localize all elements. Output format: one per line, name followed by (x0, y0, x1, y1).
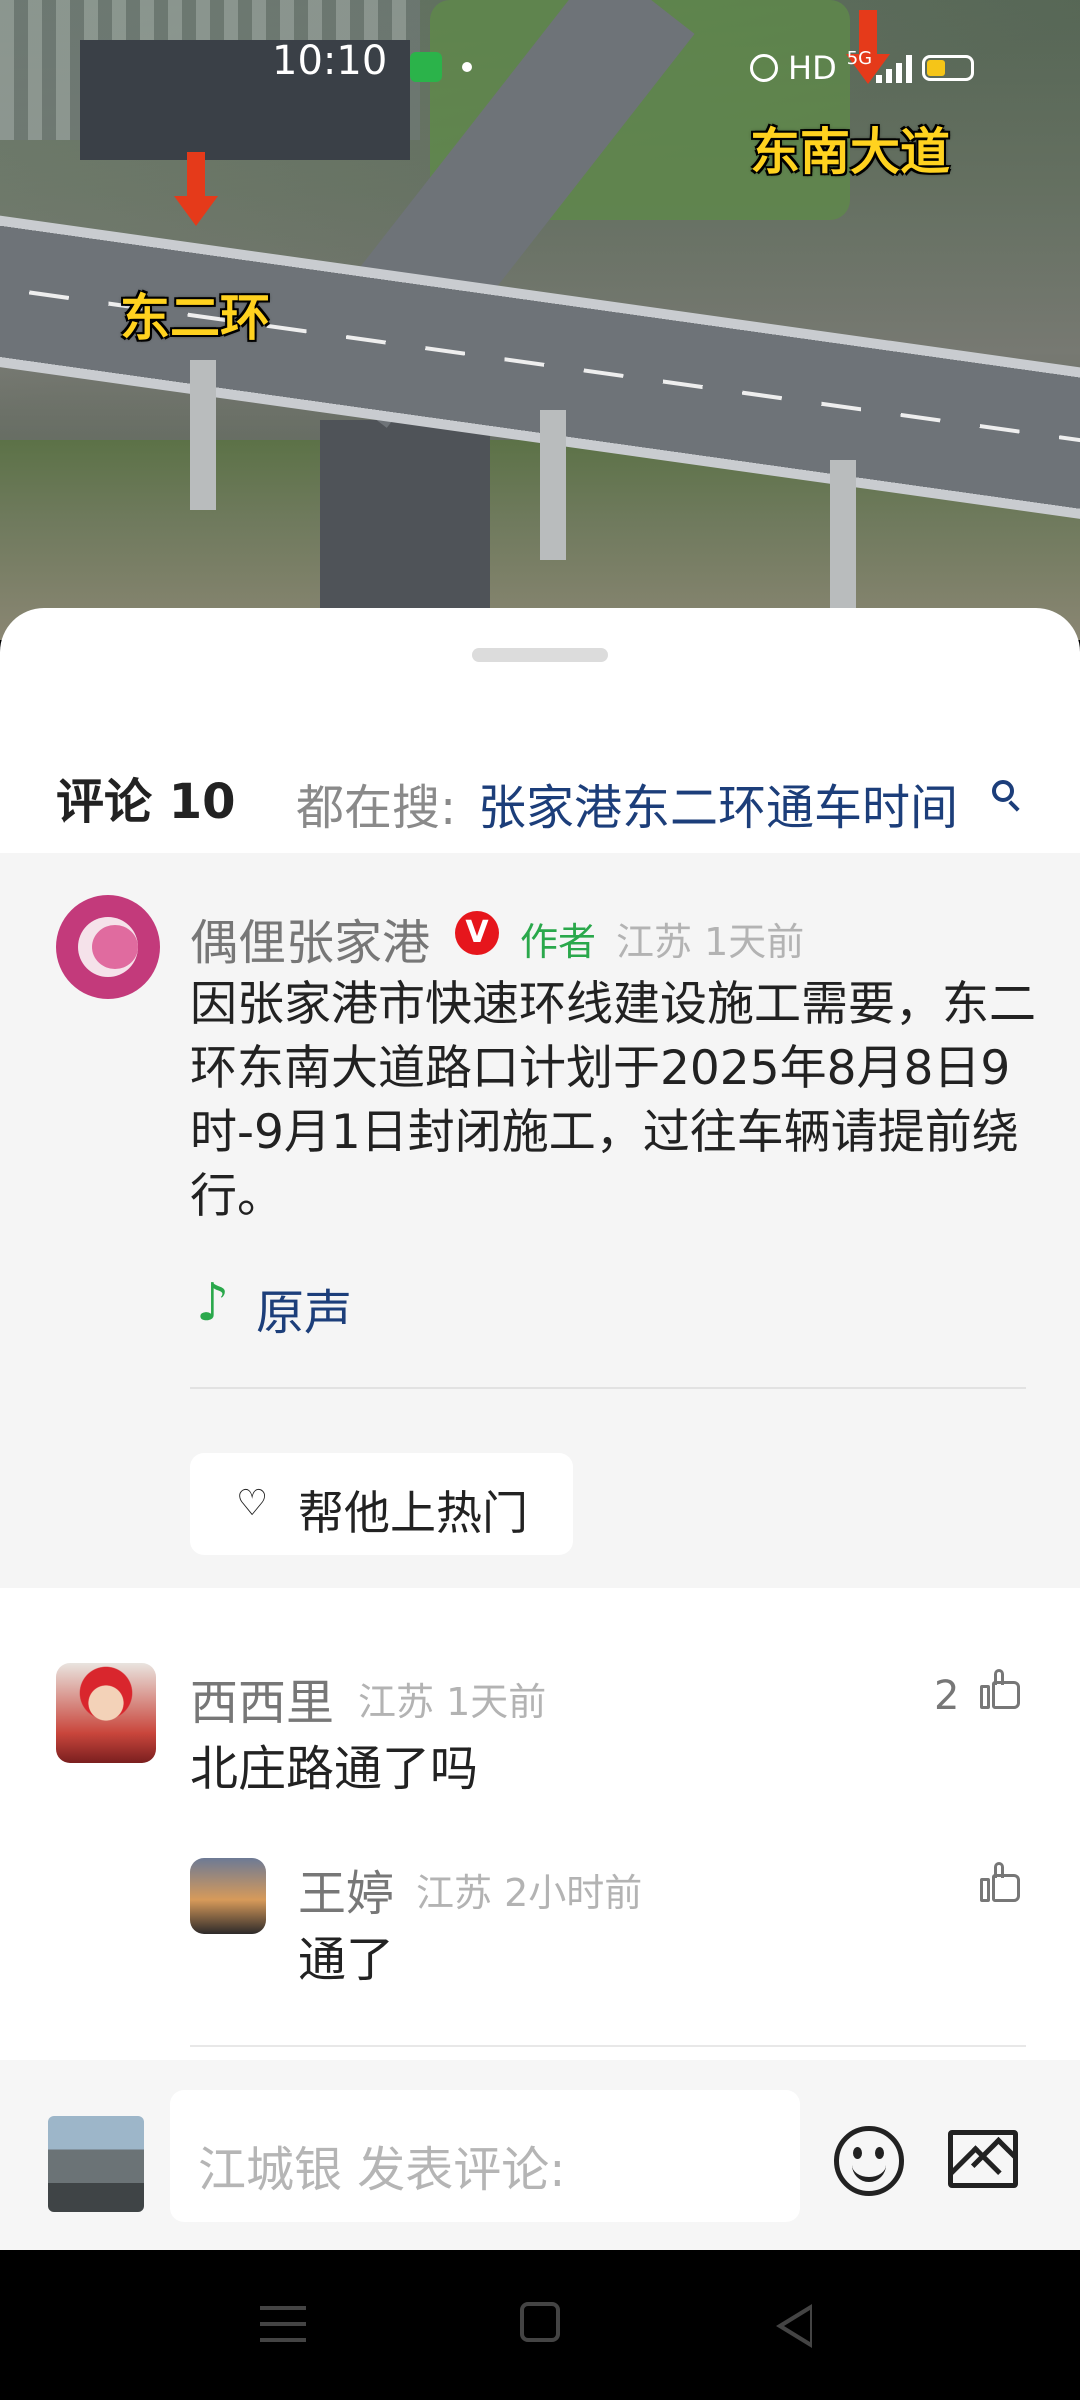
status-bar: 10:10 HD 5G (0, 0, 1080, 110)
notification-dot-icon (462, 62, 472, 72)
like-count: 2 (934, 1673, 960, 1719)
comments-sheet: 评论 10 都在搜: 张家港东二环通车时间 偶俚张家港 V 作者 江苏 1天前 … (0, 608, 1080, 2250)
comment-item: 西西里 江苏 1天前 北庄路通了吗 2 (0, 1663, 1080, 1803)
comment-user[interactable]: 西西里 (190, 1663, 334, 1733)
music-note-icon: ♪ (196, 1273, 230, 1333)
comment-meta: 江苏 1天前 (616, 920, 805, 964)
author-name[interactable]: 偶俚张家港 (190, 903, 430, 973)
home-icon[interactable] (520, 2302, 560, 2342)
message-notification-icon (410, 52, 442, 82)
hd-label: HD (788, 49, 837, 87)
thumbs-up-icon[interactable] (980, 1669, 1020, 1709)
alarm-icon (750, 54, 778, 82)
comments-count-title: 评论 10 (56, 774, 236, 830)
overlay-label-southeast-avenue: 东南大道 (750, 123, 950, 181)
divider (190, 1387, 1026, 1389)
under-road (320, 420, 490, 640)
trending-search-link[interactable]: 张家港东二环通车时间 (478, 768, 958, 838)
boost-button[interactable]: ♡ 帮他上热门 (190, 1453, 573, 1555)
comments-header: 评论 10 都在搜: 张家港东二环通车时间 (0, 738, 1080, 858)
avatar[interactable] (56, 895, 160, 999)
search-prefix: 都在搜: (296, 780, 457, 836)
comment-text[interactable]: 通了 (298, 1920, 394, 1990)
boost-button-label: 帮他上热门 (298, 1486, 528, 1540)
comment-text[interactable]: 北庄路通了吗 (190, 1729, 478, 1799)
battery-icon (922, 55, 975, 81)
comment-meta: 江苏 2小时前 (416, 1871, 643, 1915)
drag-handle[interactable] (472, 648, 608, 662)
bridge-pillar (540, 410, 566, 560)
back-icon[interactable] (776, 2304, 812, 2348)
comment-input-bar: 江城银 发表评论: (0, 2060, 1080, 2250)
signal-icon (876, 53, 913, 83)
reply-item: 王婷 江苏 2小时前 通了 (0, 1858, 1080, 1988)
status-time: 10:10 (272, 38, 388, 84)
status-right-group: HD 5G (750, 48, 975, 88)
search-icon[interactable] (992, 780, 1014, 802)
comment-text[interactable]: 因张家港市快速环线建设施工需要，东二环东南大道路口计划于2025年8月8日9时-… (190, 973, 1040, 1229)
video-thumbnail[interactable] (48, 2116, 144, 2212)
thumbs-up-icon[interactable] (980, 1862, 1020, 1902)
author-tag: 作者 (520, 920, 597, 964)
image-icon[interactable] (948, 2130, 1018, 2188)
network-type-label: 5G (846, 48, 873, 69)
pinned-author-comment: 偶俚张家港 V 作者 江苏 1天前 因张家港市快速环线建设施工需要，东二环东南大… (0, 853, 1080, 1588)
bridge-pillar (830, 460, 856, 610)
comment-user[interactable]: 王婷 (298, 1854, 394, 1924)
divider (190, 2045, 1026, 2047)
menu-icon[interactable] (260, 2306, 306, 2342)
comment-input[interactable]: 江城银 发表评论: (170, 2090, 800, 2222)
avatar[interactable] (190, 1858, 266, 1934)
bridge-pillar (190, 360, 216, 510)
original-sound-link[interactable]: 原声 (256, 1273, 352, 1343)
avatar[interactable] (56, 1663, 156, 1763)
comment-meta: 江苏 1天前 (358, 1680, 547, 1724)
emoji-icon[interactable] (834, 2126, 904, 2196)
comment-input-placeholder: 江城银 发表评论: (198, 2142, 566, 2198)
heart-icon: ♡ (236, 1483, 269, 1524)
verified-icon: V (455, 911, 499, 955)
overlay-label-east-ring: 东二环 (120, 289, 270, 347)
system-navigation-bar (0, 2250, 1080, 2400)
